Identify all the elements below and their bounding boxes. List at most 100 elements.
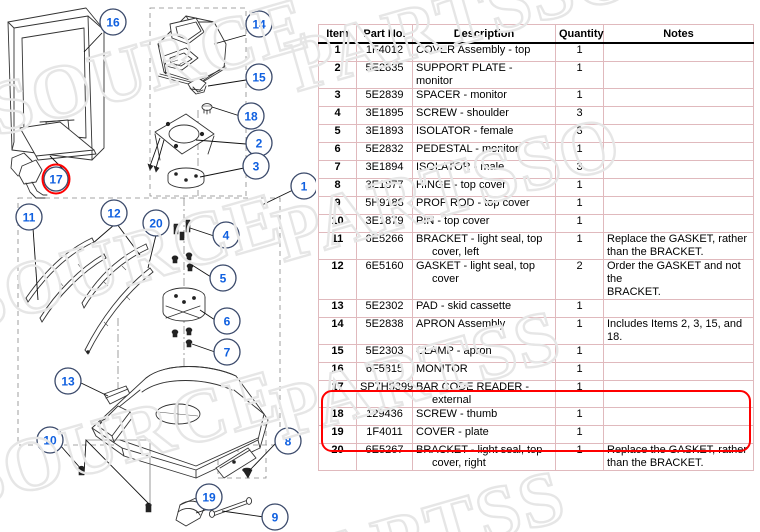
cell-desc: HINGE - top cover [412, 178, 556, 197]
svg-text:11: 11 [23, 211, 36, 225]
cell-qty: 1 [555, 232, 604, 260]
callout-5[interactable]: 5 [209, 264, 237, 292]
cell-notes-continuation: than the BRACKET. [607, 246, 704, 258]
cell-desc: PAD - skid cassette [412, 299, 556, 318]
cell-notes [603, 61, 754, 89]
cell-item: 18 [318, 407, 357, 426]
cell-notes [603, 42, 754, 62]
cell-item: 7 [318, 160, 357, 179]
callout-9[interactable]: 9 [261, 503, 289, 531]
svg-text:15: 15 [252, 71, 266, 85]
cell-notes [603, 425, 754, 444]
cell-item: 16 [318, 362, 357, 381]
cell-item: 15 [318, 344, 357, 363]
cell-notes-continuation: than the BRACKET. [607, 457, 704, 469]
cell-desc-continuation: cover [432, 273, 459, 285]
table-row: 11 6E5266 BRACKET - light seal, top cover, … [318, 232, 754, 260]
column-header-description: Description [412, 24, 556, 44]
callout-12[interactable]: 12 [100, 199, 128, 227]
table-row: 2 5E2835 SUPPORT PLATE - monitor 1 [318, 61, 754, 89]
cell-notes: Includes Items 2, 3, 15, and 18. [603, 317, 754, 345]
svg-text:13: 13 [61, 375, 75, 389]
cell-notes [603, 299, 754, 318]
parts-diagram-page: .ln { fill:none; stroke:#333; stroke-wid… [0, 0, 760, 532]
svg-text:6: 6 [224, 315, 231, 329]
callout-10[interactable]: 10 [36, 426, 64, 454]
cell-desc: SCREW - thumb [412, 407, 556, 426]
cell-part: 3E1893 [356, 124, 413, 143]
callout-13[interactable]: 13 [54, 367, 82, 395]
cell-notes [603, 124, 754, 143]
cell-part: 5E2835 [356, 61, 413, 89]
cell-item: 4 [318, 106, 357, 125]
cell-notes [603, 362, 754, 381]
cell-item: 10 [318, 214, 357, 233]
part-pedestal [162, 287, 206, 322]
callout-20[interactable]: 20 [142, 209, 170, 237]
table-row: 5 3E1893 ISOLATOR - female 3 [318, 124, 754, 143]
part-thumb-screw [201, 103, 213, 115]
cell-item: 19 [318, 425, 357, 444]
cell-desc: BRACKET - light seal, top cover, right [412, 443, 556, 471]
svg-text:3: 3 [253, 160, 260, 174]
callout-11[interactable]: 11 [15, 203, 43, 231]
callout-2[interactable]: 2 [245, 129, 273, 157]
svg-text:14: 14 [252, 18, 266, 32]
table-row: 1 1F4012 COVER Assembly - top 1 [318, 42, 754, 62]
cell-part: 6F5815 [356, 362, 413, 381]
cell-qty: 1 [555, 344, 604, 363]
svg-text:19: 19 [202, 491, 216, 505]
cell-item: 11 [318, 232, 357, 260]
callout-4[interactable]: 4 [212, 221, 240, 249]
svg-text:16: 16 [106, 16, 120, 30]
cell-item: 9 [318, 196, 357, 215]
callout-3[interactable]: 3 [242, 152, 270, 180]
cell-item: 6 [318, 142, 357, 161]
cell-desc: PIN - top cover [412, 214, 556, 233]
cell-qty: 1 [555, 61, 604, 89]
cell-item: 5 [318, 124, 357, 143]
callout-17[interactable]: 17 [41, 163, 71, 195]
cell-desc: MONITOR [412, 362, 556, 381]
cell-qty: 1 [555, 443, 604, 471]
cell-desc: BAR CODE READER - external [412, 380, 556, 408]
cell-notes [603, 160, 754, 179]
column-header-item: Item [318, 24, 357, 44]
callout-14[interactable]: 14 [245, 10, 273, 38]
cell-item: 20 [318, 443, 357, 471]
cell-part: 1F4012 [356, 42, 413, 62]
cell-desc: ISOLATOR - male [412, 160, 556, 179]
callout-7[interactable]: 7 [213, 338, 241, 366]
part-monitor-screen [7, 7, 105, 161]
svg-text:7: 7 [224, 346, 231, 360]
cell-desc-continuation: external [432, 394, 472, 406]
cell-item: 17 [318, 380, 357, 408]
cell-part: 129436 [356, 407, 413, 426]
cell-part: 5E2303 [356, 344, 413, 363]
callout-19[interactable]: 19 [195, 483, 223, 511]
callout-6[interactable]: 6 [213, 307, 241, 335]
part-spacer-puck [167, 167, 205, 189]
table-row: 7 3E1894 ISOLATOR - male 3 [318, 160, 754, 179]
cell-item: 12 [318, 259, 357, 300]
cell-qty: 1 [555, 362, 604, 381]
svg-text:17: 17 [49, 173, 63, 187]
callout-15[interactable]: 15 [245, 63, 273, 91]
cell-notes [603, 178, 754, 197]
callout-1[interactable]: 1 [290, 172, 316, 200]
table-row: 10 3E1879 PIN - top cover 1 [318, 214, 754, 233]
cell-notes [603, 196, 754, 215]
table-row: 9 5H9188 PROP ROD - top cover 1 [318, 196, 754, 215]
table-row: 3 5E2839 SPACER - monitor 1 [318, 88, 754, 107]
parts-list-table: Item Part No. Description Quantity Notes… [318, 24, 754, 471]
svg-text:10: 10 [43, 434, 57, 448]
cell-desc-continuation: cover, right [432, 457, 486, 469]
callout-16[interactable]: 16 [99, 8, 127, 36]
part-light-seal-bracket-left [25, 237, 107, 323]
column-header-part-no: Part No. [356, 24, 413, 44]
cell-part: 3E1894 [356, 160, 413, 179]
callout-18[interactable]: 18 [237, 102, 265, 130]
cell-desc: SPACER - monitor [412, 88, 556, 107]
callout-8[interactable]: 8 [274, 427, 302, 455]
cell-item: 2 [318, 61, 357, 89]
